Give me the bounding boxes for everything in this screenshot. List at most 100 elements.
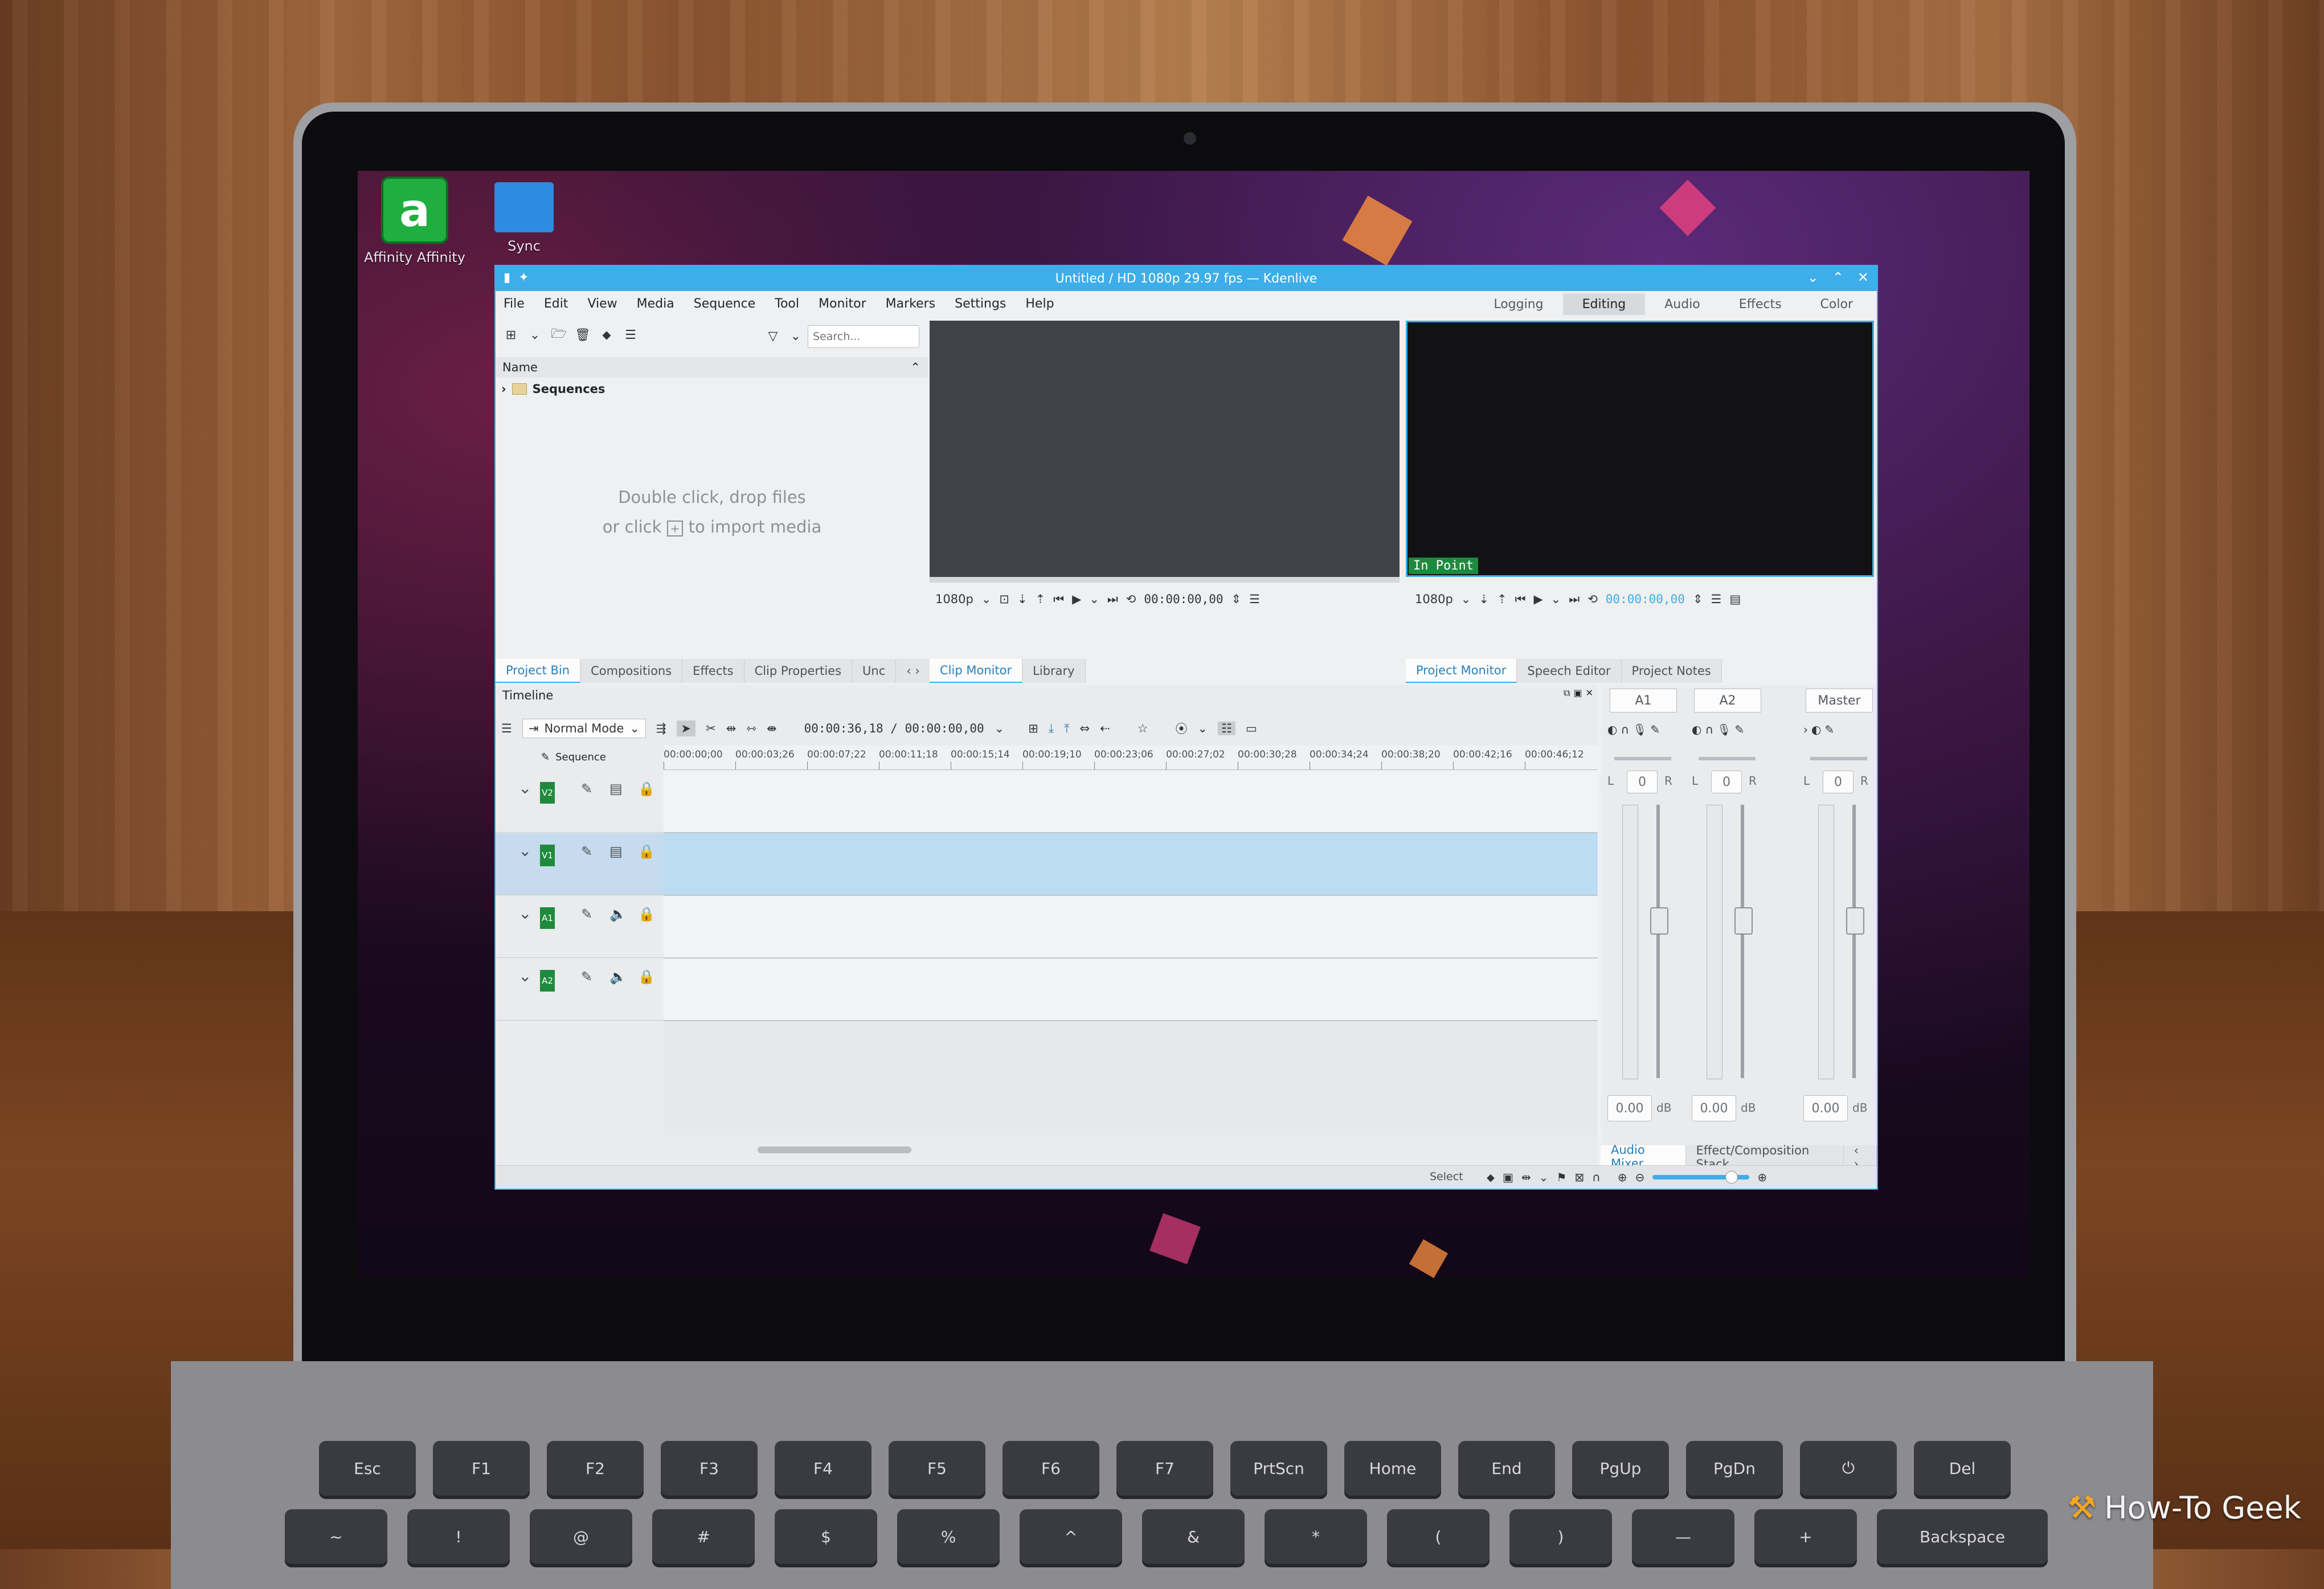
effects-icon[interactable]: ✎: [1650, 723, 1660, 736]
menu-tool[interactable]: Tool: [775, 297, 799, 311]
chevron-down-icon[interactable]: ⌄: [1539, 1170, 1549, 1184]
pan-value[interactable]: 0: [1711, 771, 1742, 793]
key[interactable]: ^: [1020, 1509, 1122, 1564]
minimize-icon[interactable]: ⌄: [1807, 269, 1819, 285]
layout-color[interactable]: Color: [1801, 293, 1872, 315]
clip-monitor-timecode[interactable]: 00:00:00,00: [1144, 592, 1223, 606]
edit-mode-select[interactable]: ⇥ Normal Mode ⌄: [522, 719, 646, 738]
overwrite-icon[interactable]: ⤒: [1064, 722, 1069, 736]
tab-project-monitor[interactable]: Project Monitor: [1406, 659, 1517, 683]
menu-settings[interactable]: Settings: [955, 297, 1006, 311]
save-icon[interactable]: ▣: [1503, 1170, 1513, 1184]
crop-icon[interactable]: ⊠: [1574, 1170, 1584, 1184]
menu-media[interactable]: Media: [637, 297, 674, 311]
collapse-chevron-icon[interactable]: ⌄: [518, 904, 531, 923]
set-out-icon[interactable]: ⇡: [1497, 592, 1507, 606]
pan-slider[interactable]: [1614, 757, 1671, 760]
track-id-badge[interactable]: V1: [540, 845, 555, 866]
audio-thumb-icon[interactable]: ▤: [1729, 592, 1741, 606]
key[interactable]: F2: [547, 1441, 644, 1496]
zone-icon[interactable]: ⊡: [999, 592, 1009, 606]
effects-icon[interactable]: ✎: [1734, 723, 1744, 736]
bin-folder-row[interactable]: › Sequences: [501, 382, 605, 396]
key[interactable]: F1: [433, 1441, 530, 1496]
magnet-icon[interactable]: ∩: [1592, 1170, 1601, 1184]
loop-icon[interactable]: ⟲: [1587, 592, 1598, 606]
track-effects-icon[interactable]: ✎: [581, 969, 592, 985]
delete-icon[interactable]: 🗑: [573, 325, 592, 345]
collapse-chevron-icon[interactable]: ⌄: [518, 841, 531, 860]
track-effects-icon[interactable]: ✎: [581, 906, 592, 922]
chevron-down-icon[interactable]: ⌄: [995, 722, 1005, 735]
tag-icon[interactable]: ⬥: [1487, 1170, 1495, 1184]
lock-icon[interactable]: 🔒: [638, 843, 655, 859]
menu-view[interactable]: View: [587, 297, 617, 311]
zoom-in-icon[interactable]: ⊕: [1757, 1170, 1767, 1184]
name-column-header[interactable]: Name: [502, 361, 538, 374]
menu-monitor[interactable]: Monitor: [819, 297, 866, 311]
flag-icon[interactable]: ⚑: [1556, 1170, 1566, 1184]
record-icon[interactable]: 🎙: [1717, 723, 1731, 736]
track-effects-icon[interactable]: ✎: [581, 781, 592, 797]
key[interactable]: PgUp: [1572, 1441, 1669, 1496]
clip-monitor-ruler[interactable]: [930, 577, 1400, 583]
film-icon[interactable]: ▤: [609, 781, 623, 797]
tab-project-notes[interactable]: Project Notes: [1621, 659, 1722, 683]
volume-slider-handle[interactable]: [1650, 907, 1668, 935]
tab-compositions[interactable]: Compositions: [580, 659, 683, 683]
lock-icon[interactable]: 🔒: [638, 906, 655, 922]
chevron-down-icon[interactable]: ⌄: [1551, 592, 1561, 606]
channel-name[interactable]: A2: [1694, 689, 1761, 712]
zoom-out-icon[interactable]: ⊖: [1635, 1170, 1645, 1184]
lift-icon[interactable]: ⇔: [1079, 722, 1090, 735]
maximize-icon[interactable]: ⌃: [1832, 269, 1844, 285]
float-icon[interactable]: ⧉: [1564, 687, 1570, 699]
chevron-right-icon[interactable]: ›: [501, 382, 506, 396]
lock-icon[interactable]: 🔒: [638, 781, 655, 797]
key[interactable]: Esc: [319, 1441, 416, 1496]
track-id-badge[interactable]: A2: [540, 970, 555, 992]
track-id-badge[interactable]: V2: [540, 782, 555, 804]
collapse-chevron-icon[interactable]: ⌄: [518, 779, 531, 797]
track-header[interactable]: ⌄ V2 ✎ ▤ 🔒: [496, 771, 664, 833]
set-in-icon[interactable]: ⇣: [1479, 592, 1489, 606]
track-lane[interactable]: [664, 771, 1598, 833]
timeline-timecode[interactable]: 00:00:36,18 / 00:00:00,00: [804, 722, 984, 735]
close-icon[interactable]: ✕: [1586, 687, 1593, 699]
key[interactable]: F4: [775, 1441, 872, 1496]
thumbnails-icon[interactable]: ▭: [1246, 722, 1257, 735]
channel-name[interactable]: Master: [1806, 689, 1873, 712]
chevron-down-icon[interactable]: ⌄: [1089, 592, 1099, 606]
key[interactable]: ⏻: [1800, 1441, 1897, 1496]
set-out-icon[interactable]: ⇡: [1036, 592, 1046, 606]
track-lane[interactable]: [664, 959, 1598, 1021]
key[interactable]: Del: [1914, 1441, 2011, 1496]
timeline-scrollbar[interactable]: [758, 1146, 911, 1153]
track-settings-icon[interactable]: ☷: [1218, 722, 1235, 735]
chevron-down-icon[interactable]: ⌄: [1461, 592, 1471, 606]
menu-icon[interactable]: ☰: [1249, 592, 1260, 606]
desktop-icon-sync[interactable]: Sync: [467, 182, 581, 254]
sort-chevron-icon[interactable]: ⌃: [910, 361, 920, 374]
pan-value[interactable]: 0: [1823, 771, 1854, 793]
volume-slider[interactable]: [1852, 805, 1856, 1078]
track-header[interactable]: ⌄ A1 ✎ 🔈 🔒: [496, 896, 664, 958]
resolution-select[interactable]: 1080p: [1415, 592, 1453, 606]
speaker-icon[interactable]: 🔈: [609, 906, 627, 922]
play-icon[interactable]: ▶: [1072, 592, 1081, 606]
key[interactable]: F3: [661, 1441, 758, 1496]
clip-monitor-view[interactable]: [930, 321, 1400, 577]
filter-icon[interactable]: ▽: [763, 326, 783, 346]
collapse-chevron-icon[interactable]: ⌄: [518, 966, 531, 985]
tab-speech-editor[interactable]: Speech Editor: [1517, 659, 1622, 683]
close-icon[interactable]: ✕: [1857, 269, 1869, 285]
tag-icon[interactable]: ⬥: [597, 325, 616, 345]
layout-editing[interactable]: Editing: [1562, 293, 1646, 315]
track-lane[interactable]: [664, 833, 1598, 896]
set-in-icon[interactable]: ⇣: [1017, 592, 1028, 606]
hamburger-icon[interactable]: ☰: [501, 722, 512, 735]
audio-video-icon[interactable]: ⇹: [1521, 1170, 1531, 1184]
key[interactable]: F6: [1003, 1441, 1099, 1496]
snap-icon[interactable]: ⦿: [1176, 720, 1188, 737]
gain-value[interactable]: 0.00: [1803, 1095, 1848, 1121]
